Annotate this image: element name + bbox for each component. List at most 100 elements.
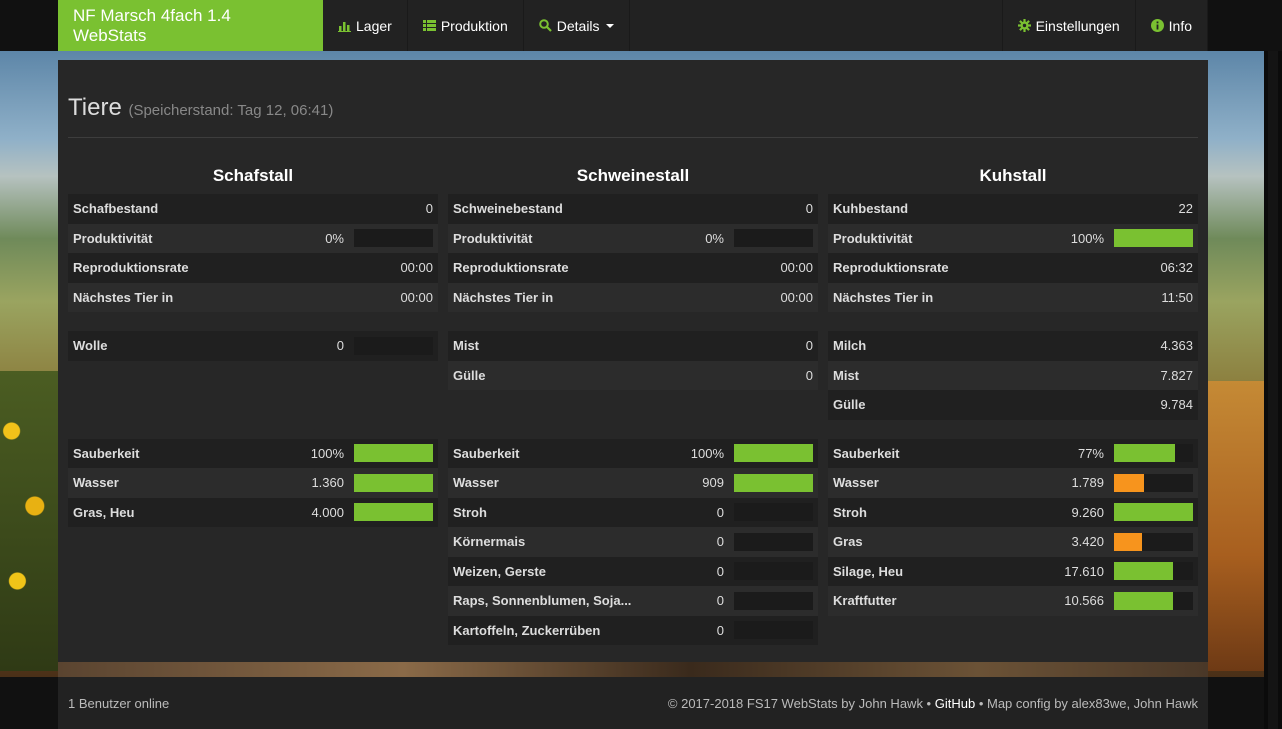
map-config-text: • Map config by alex83we, John Hawk [978,695,1198,711]
table-row: Gras 3.420 [828,527,1198,557]
nav-info-label: Info [1168,17,1192,34]
progress-bar [354,336,433,355]
table-row: Produktivität 0% [68,223,438,253]
table-row: Weizen, Gerste 0 [448,556,818,586]
nav-lager-label: Lager [356,17,392,34]
table-row: Wasser 1.360 [68,468,438,498]
github-link[interactable]: GitHub [935,696,975,711]
progress-bar [354,444,433,463]
row-value: 0 [425,201,433,217]
content-panel: Tiere (Speicherstand: Tag 12, 06:41) Sch… [58,60,1208,662]
row-label: Stroh [453,504,487,520]
nav-einstellungen-label: Einstellungen [1035,17,1120,34]
nav-details-dropdown[interactable]: Details [524,0,630,51]
row-value: 909 [702,475,724,491]
row-label: Milch [833,338,867,354]
progress-bar [1114,532,1193,551]
footer: 1 Benutzer online © 2017-2018 FS17 WebSt… [58,677,1208,729]
table-row: Produktivität 100% [828,223,1198,253]
gear-icon [1017,19,1031,32]
table-row: Wasser 909 [448,468,818,498]
chevron-down-icon [605,23,614,28]
table-row: Schafbestand 0 [68,194,438,224]
row-value: 100% [690,445,724,461]
table-row: Gras, Heu 4.000 [68,497,438,527]
row-label: Kraftfutter [833,593,897,609]
progress-bar [1114,229,1193,248]
table-row: Nächstes Tier in 00:00 [68,282,438,312]
row-label: Wasser [833,475,879,491]
list-icon [422,20,436,31]
table-row: Wasser 1.789 [828,468,1198,498]
row-value: 4.363 [1160,338,1193,354]
row-value: 0 [805,201,813,217]
products-table: Milch 4.363 Mist 7.827 Gülle 9.784 [828,331,1198,420]
stall-schweinestall: Schweinestall Schweinebestand 0 Produktivit… [448,160,818,664]
nav-einstellungen[interactable]: Einstellungen [1001,0,1136,51]
row-value: 06:32 [1160,260,1193,276]
row-label: Reproduktionsrate [73,260,189,276]
table-row: Nächstes Tier in 00:00 [448,282,818,312]
progress-bar [734,503,813,522]
stats-table: Schweinebestand 0 Produktivität 0% Reprodukt… [448,194,818,312]
row-value: 17.610 [1064,563,1104,579]
progress-bar [734,532,813,551]
nav-lager[interactable]: Lager [323,0,408,51]
row-label: Produktivität [453,230,533,246]
row-value: 10.566 [1064,593,1104,609]
products-table: Mist 0 Gülle 0 [448,331,818,420]
row-label: Reproduktionsrate [833,260,949,276]
supplies-table: Sauberkeit 77% Wasser 1.789 Stroh 9.260 Gras 3.… [828,438,1198,616]
row-value: 100% [1070,230,1104,246]
row-value: 9.260 [1071,504,1104,520]
row-value: 100% [310,445,344,461]
table-row: Nächstes Tier in 11:50 [828,282,1198,312]
page-title-text: Tiere [68,94,122,121]
bar-chart-icon [338,20,351,32]
table-row: Raps, Sonnenblumen, Soja... 0 [448,586,818,616]
navbar: NF Marsch 4fach 1.4 WebStats Lager Produ… [0,0,1282,51]
table-row: Kartoffeln, Zuckerrüben 0 [448,615,818,645]
row-label: Schweinebestand [453,201,563,217]
row-value: 11:50 [1161,289,1193,305]
row-value: 0 [336,338,344,354]
stall-title: Kuhstall [979,166,1047,185]
table-row: Sauberkeit 77% [828,438,1198,468]
table-row: Kraftfutter 10.566 [828,586,1198,616]
stall-kuhstall: Kuhstall Kuhbestand 22 Produktivität 100% Rep… [828,160,1198,635]
table-row: Sauberkeit 100% [68,438,438,468]
table-row: Silage, Heu 17.610 [828,556,1198,586]
nav-info[interactable]: Info [1136,0,1208,51]
nav-produktion[interactable]: Produktion [408,0,524,51]
users-online: 1 Benutzer online [68,695,170,711]
page-subtitle: (Speicherstand: Tag 12, 06:41) [128,102,334,119]
row-label: Wolle [73,338,108,354]
progress-fill [1114,473,1145,492]
row-label: Wasser [453,475,499,491]
info-icon [1150,19,1164,32]
table-row: Reproduktionsrate 00:00 [68,253,438,283]
row-label: Wasser [73,475,119,491]
table-row: Stroh 0 [448,497,818,527]
row-label: Stroh [833,504,867,520]
row-label: Weizen, Gerste [453,563,546,579]
row-label: Sauberkeit [73,445,140,461]
nav-produktion-label: Produktion [440,17,508,34]
progress-fill [354,473,433,492]
row-label: Mist [453,338,479,354]
table-row: Milch 4.363 [828,331,1198,361]
row-value: 00:00 [780,289,813,305]
progress-fill [1114,532,1143,551]
row-value: 77% [1077,445,1104,461]
stall-title: Schweinestall [576,166,690,185]
row-value: 7.827 [1160,367,1193,383]
progress-bar [734,621,813,640]
brand-link[interactable]: NF Marsch 4fach 1.4 WebStats [58,0,323,51]
row-label: Produktivität [833,230,913,246]
progress-fill [354,503,433,522]
progress-fill [1114,562,1174,581]
scrollbar[interactable] [1264,0,1282,729]
progress-bar [734,562,813,581]
stats-table: Schafbestand 0 Produktivität 0% Reproduktion… [68,194,438,312]
row-label: Sauberkeit [453,445,520,461]
